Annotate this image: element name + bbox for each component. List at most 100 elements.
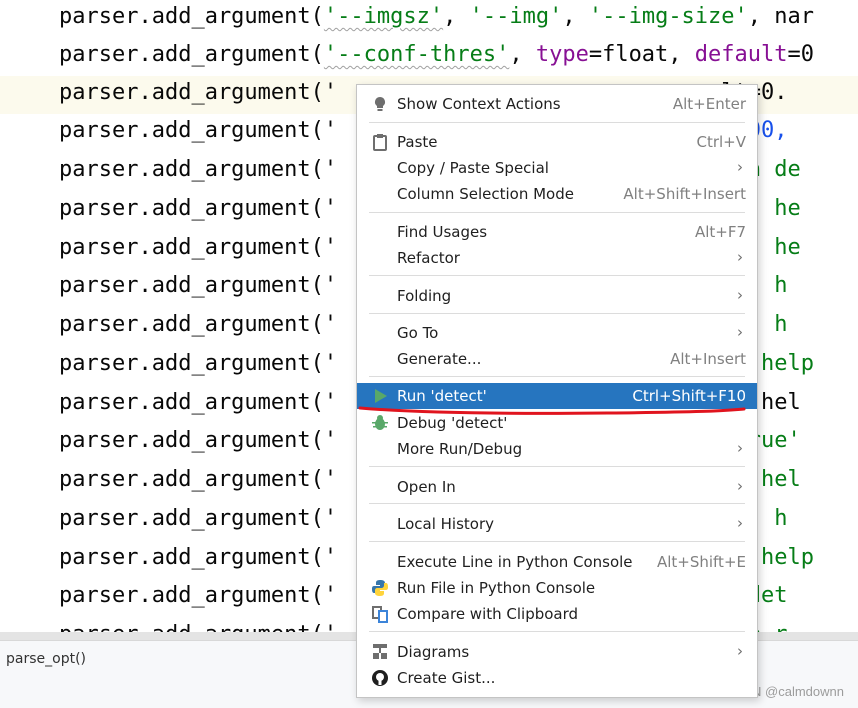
clipboard-icon [373,134,387,151]
menu-item-label: Open In [397,478,456,496]
menu-item-label: Diagrams [397,643,470,661]
code-token: , [562,4,589,29]
code-token: parser.add_argument(' [59,196,338,221]
menu-item-copy-paste-special[interactable]: Copy / Paste Special › [357,155,757,181]
menu-item-run-file-python-console[interactable]: Run File in Python Console [357,575,757,601]
chevron-right-icon: › [737,477,743,495]
menu-item-label: Compare with Clipboard [397,605,579,623]
menu-item-shortcut: Ctrl+Shift+F10 [632,387,746,405]
bug-icon [372,415,388,430]
menu-item-label: Find Usages [397,223,488,241]
chevron-right-icon: › [737,439,743,457]
menu-item-label: Generate... [397,350,482,368]
code-token: parser.add_argument(' [59,545,338,570]
menu-item-label: Copy / Paste Special [397,159,549,177]
menu-item-go-to[interactable]: Go To › [357,320,757,346]
code-token: parser.add_argument(' [59,428,338,453]
bulb-icon [375,97,385,111]
chevron-right-icon: › [737,642,743,660]
chevron-right-icon: › [737,323,743,341]
code-token: '--conf-thres' [323,42,510,67]
compare-icon [372,606,388,623]
menu-item-folding[interactable]: Folding › [357,283,757,309]
code-line: parser.add_argument('--imgsz', '--img' , … [59,0,814,37]
menu-item-label: Go To [397,324,439,342]
menu-item-find-usages[interactable]: Find Usages Alt+F7 [357,219,757,245]
menu-item-compare-with-clipboard[interactable]: Compare with Clipboard [357,601,757,627]
menu-item-shortcut: Alt+Shift+E [656,553,746,571]
menu-separator [369,275,745,276]
code-token: parser.add_argument(' [59,467,338,492]
menu-item-label: Run File in Python Console [397,579,596,597]
chevron-right-icon: › [737,248,743,266]
diagram-icon [373,644,387,659]
context-menu: Show Context Actions Alt+Enter Paste Ctr… [356,84,758,698]
code-token: '--img' [469,4,563,29]
code-token: , [443,4,470,29]
code-token: parser.add_argument( [59,4,324,29]
menu-item-create-gist[interactable]: Create Gist... [357,665,757,691]
menu-item-shortcut: Alt+F7 [694,223,746,241]
menu-item-shortcut: Alt+Shift+Insert [623,185,746,203]
menu-item-generate[interactable]: Generate... Alt+Insert [357,346,757,372]
code-token: parser.add_argument(' [59,118,338,143]
breadcrumb[interactable]: parse_opt() [6,651,86,667]
menu-item-open-in[interactable]: Open In › [357,474,757,500]
chevron-right-icon: › [737,286,743,304]
menu-separator [369,631,745,632]
github-icon [372,670,388,686]
menu-item-label: Paste [397,133,438,151]
code-token: '--img-size' [588,4,748,29]
menu-item-more-run-debug[interactable]: More Run/Debug › [357,436,757,462]
code-token: parser.add_argument(' [59,157,338,182]
menu-item-shortcut: Alt+Insert [670,350,746,368]
menu-item-label: Create Gist... [397,669,496,687]
code-token: , nar [747,4,815,29]
code-token: parser.add_argument(' [59,506,338,531]
menu-separator [369,503,745,504]
code-token: parser.add_argument(' [59,312,338,337]
menu-item-label: Debug 'detect' [397,414,508,432]
menu-item-label: Execute Line in Python Console [397,553,633,571]
code-token: =0 [787,42,815,67]
menu-item-diagrams[interactable]: Diagrams › [357,639,757,665]
menu-separator [369,313,745,314]
code-token: parser.add_argument(' [59,390,338,415]
menu-separator [369,541,745,542]
menu-item-run-detect[interactable]: Run 'detect' Ctrl+Shift+F10 [357,383,757,409]
menu-item-paste[interactable]: Paste Ctrl+V [357,129,757,155]
code-token: '--imgsz' [323,4,444,29]
menu-item-shortcut: Ctrl+V [696,133,746,151]
menu-item-debug-detect[interactable]: Debug 'detect' [357,410,757,436]
menu-item-label: Folding [397,287,452,305]
python-icon [372,580,388,596]
menu-item-label: Show Context Actions [397,95,561,113]
menu-item-shortcut: Alt+Enter [672,95,746,113]
chevron-right-icon: › [737,514,743,532]
code-line: parser.add_argument('--conf-thres', type… [59,37,814,75]
code-token: , [509,42,536,67]
menu-item-label: Local History [397,515,495,533]
chevron-right-icon: › [737,158,743,176]
menu-separator [369,212,745,213]
menu-item-local-history[interactable]: Local History › [357,511,757,537]
code-token: parser.add_argument(' [59,351,338,376]
menu-separator [369,376,745,377]
menu-separator [369,122,745,123]
menu-separator [369,466,745,467]
menu-item-label: Refactor [397,249,460,267]
code-token: parser.add_argument( [59,42,324,67]
menu-item-refactor[interactable]: Refactor › [357,245,757,271]
menu-item-label: Run 'detect' [397,387,487,405]
menu-item-execute-line-python-console[interactable]: Execute Line in Python Console Alt+Shift… [357,549,757,575]
run-icon [375,389,387,403]
menu-item-show-context-actions[interactable]: Show Context Actions Alt+Enter [357,91,757,117]
menu-item-label: More Run/Debug [397,440,523,458]
code-token: type [535,42,589,67]
code-token: =float, [588,42,695,67]
code-token: default [694,42,788,67]
code-token: parser.add_argument(' [59,273,338,298]
code-token: parser.add_argument(' [59,583,338,608]
menu-item-column-selection-mode[interactable]: Column Selection Mode Alt+Shift+Insert [357,181,757,207]
code-token: parser.add_argument(' [59,80,338,105]
